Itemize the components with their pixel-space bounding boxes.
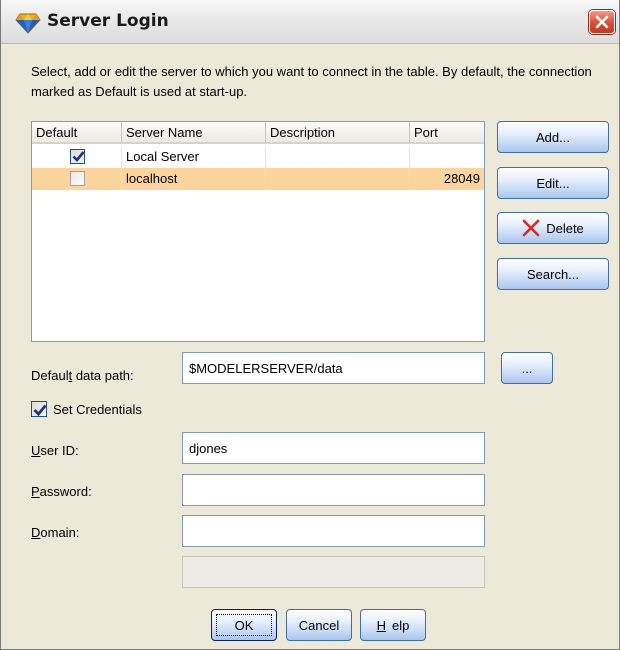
- cell-server-name: localhost: [122, 168, 266, 190]
- red-x-icon: [522, 219, 540, 237]
- help-button[interactable]: Help: [360, 609, 426, 641]
- password-input[interactable]: [182, 474, 485, 506]
- close-x-icon: [595, 15, 609, 29]
- browse-button[interactable]: ...: [501, 352, 553, 384]
- domain-input[interactable]: [182, 515, 485, 547]
- set-credentials-label: Set Credentials: [53, 402, 142, 417]
- default-checkbox[interactable]: [70, 149, 85, 164]
- table-row-local-server[interactable]: Local Server: [32, 146, 484, 168]
- checkmark-icon: [72, 151, 85, 162]
- diamond-icon: [15, 12, 41, 34]
- data-path-input[interactable]: [182, 352, 485, 384]
- checkmark-icon: [33, 404, 47, 417]
- delete-button[interactable]: Delete: [497, 212, 609, 244]
- edit-button[interactable]: Edit...: [497, 167, 609, 199]
- cell-description: [266, 168, 410, 190]
- title-bar[interactable]: Server Login: [1, 0, 619, 44]
- user-id-input[interactable]: [182, 432, 485, 464]
- close-button[interactable]: [589, 10, 615, 34]
- table-header: Default Server Name Description Port: [32, 122, 484, 144]
- set-credentials-checkbox[interactable]: [31, 401, 47, 417]
- user-id-label: User ID:: [31, 443, 79, 458]
- cancel-button[interactable]: Cancel: [286, 609, 352, 641]
- column-header-default[interactable]: Default: [32, 122, 122, 144]
- cell-default: [32, 146, 122, 168]
- cell-port: 28049: [443, 171, 480, 186]
- server-table[interactable]: Default Server Name Description Port Loc…: [31, 121, 485, 342]
- column-header-description[interactable]: Description: [266, 122, 410, 144]
- disabled-field: [182, 556, 485, 588]
- column-header-server-name[interactable]: Server Name: [122, 122, 266, 144]
- cell-default: [32, 168, 122, 190]
- data-path-label: Default data path:: [31, 368, 134, 383]
- instructions-text: Select, add or edit the server to which …: [31, 64, 592, 99]
- dialog-title: Server Login: [47, 11, 169, 31]
- cell-description: [266, 146, 410, 168]
- search-button[interactable]: Search...: [497, 258, 609, 290]
- cell-server-name: Local Server: [122, 146, 266, 168]
- password-label: Password:: [31, 484, 92, 499]
- column-header-port[interactable]: Port: [410, 122, 484, 144]
- cell-port: [410, 146, 484, 168]
- server-login-dialog: Server Login Select, add or edit the ser…: [0, 0, 620, 650]
- delete-label: Delete: [546, 220, 584, 236]
- default-checkbox[interactable]: [70, 171, 85, 186]
- ok-label: OK: [234, 617, 254, 633]
- add-button[interactable]: Add...: [497, 121, 609, 153]
- ok-button[interactable]: OK: [211, 609, 277, 641]
- domain-label: Domain:: [31, 525, 80, 540]
- table-row-localhost[interactable]: localhost 28049: [32, 168, 484, 190]
